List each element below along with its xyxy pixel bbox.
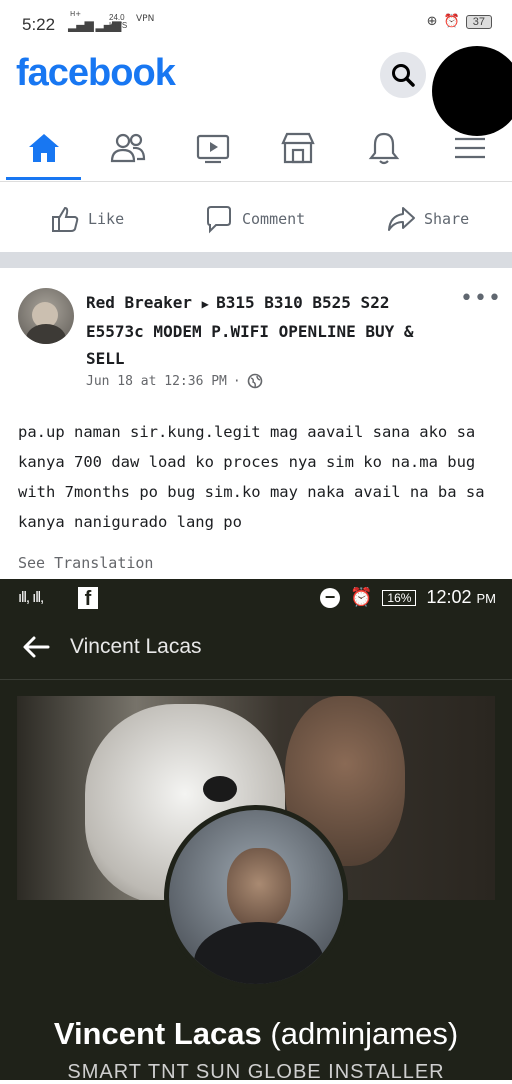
nav-notifications[interactable] — [364, 128, 404, 168]
embedded-alarm-icon: ⏰ — [349, 587, 373, 607]
post-body: pa.up naman sir.kung.legit mag aavail sa… — [18, 423, 485, 531]
profile-name-text: Vincent Lacas — [53, 1016, 262, 1051]
home-icon — [29, 134, 59, 162]
embedded-time: 12:02 — [426, 587, 472, 607]
arrow-right-icon: ▶ — [201, 297, 217, 311]
divider — [0, 181, 512, 182]
profile-face — [227, 848, 291, 928]
comment-button[interactable]: Comment — [204, 204, 305, 234]
search-button[interactable] — [380, 52, 426, 98]
globe-icon — [247, 373, 263, 389]
thumbs-up-icon — [52, 206, 79, 232]
like-label: Like — [88, 210, 125, 228]
more-options-icon[interactable]: ••• — [460, 286, 502, 311]
status-time: 5:22 — [22, 15, 56, 34]
embedded-signal-icon: ıll, ıll, — [18, 589, 44, 606]
facebook-icon: f — [78, 587, 98, 610]
share-label: Share — [424, 210, 470, 228]
embedded-time-block: 12:02 PM — [426, 587, 496, 608]
author-name[interactable]: Red Breaker — [86, 293, 192, 312]
embedded-ampm: PM — [476, 591, 497, 606]
comment-label: Comment — [242, 210, 306, 228]
menu-icon — [455, 137, 485, 159]
friends-icon — [110, 133, 146, 163]
embedded-divider — [0, 679, 512, 680]
post-timestamp[interactable]: Jun 18 at 12:36 PM — [86, 374, 227, 389]
marketplace-icon — [281, 132, 315, 164]
meta-dot: · — [232, 373, 241, 389]
avatar-body — [26, 324, 66, 344]
share-icon — [388, 207, 415, 231]
profile-shirt — [194, 922, 324, 984]
nav-marketplace[interactable] — [278, 128, 318, 168]
active-tab-indicator — [6, 177, 81, 180]
network-speed: 24.0 KB/S — [109, 14, 127, 30]
facebook-logo[interactable]: facebook — [16, 52, 176, 95]
feed-separator — [0, 252, 512, 268]
profile-handle: (adminjames) — [270, 1016, 459, 1051]
status-bar: 5:22 ▂▄▆ ▂▄▆ H+ 24.0 KB/S VPN ⊕ ⏰ 37 — [0, 0, 512, 50]
dnd-icon: − — [319, 587, 340, 608]
see-translation-link[interactable]: See Translation — [18, 554, 153, 572]
nav-friends[interactable] — [108, 128, 148, 168]
embedded-battery: 16% — [382, 589, 417, 606]
post-header: Red Breaker ▶ B315 B310 B525 S22 E5573c … — [86, 289, 456, 372]
nav-menu[interactable] — [450, 128, 490, 168]
author-avatar[interactable] — [18, 288, 74, 344]
profile-photo — [164, 805, 348, 989]
notifications-icon — [368, 132, 400, 165]
main-nav — [0, 116, 512, 180]
search-icon — [392, 64, 415, 87]
vpn-icon: VPN — [136, 14, 155, 24]
embedded-status-right: − ⏰ 16% 12:02 PM — [319, 587, 496, 608]
embedded-page-title: Vincent Lacas — [70, 635, 202, 658]
network-type-label: H+ — [70, 10, 82, 18]
watch-icon — [196, 134, 230, 164]
profile-subtitle: SMART TNT SUN GLOBE INSTALLER — [67, 1061, 445, 1083]
share-button[interactable]: Share — [386, 204, 469, 234]
back-arrow-icon — [22, 635, 50, 663]
like-button[interactable]: Like — [50, 204, 124, 234]
battery-indicator: 37 — [465, 14, 492, 29]
speed-unit: KB/S — [109, 21, 128, 30]
profile-name: Vincent Lacas (adminjames) — [0, 1016, 512, 1052]
embedded-status-bar: ıll, ıll, f − ⏰ 16% 12:02 PM — [18, 587, 512, 617]
post-action-bar: Like Comment Share — [0, 190, 512, 250]
data-saver-icon: ⊕ — [426, 14, 438, 29]
dog-nose — [203, 776, 237, 802]
post-image[interactable]: ıll, ıll, f − ⏰ 16% 12:02 PM Vincent Lac… — [0, 579, 512, 1083]
status-right: ⊕ ⏰ 37 — [427, 14, 492, 29]
nav-watch[interactable] — [193, 128, 233, 168]
alarm-icon: ⏰ — [443, 14, 460, 29]
nav-home[interactable] — [24, 128, 64, 168]
post-meta: Jun 18 at 12:36 PM · — [86, 373, 263, 389]
comment-icon — [207, 206, 231, 234]
